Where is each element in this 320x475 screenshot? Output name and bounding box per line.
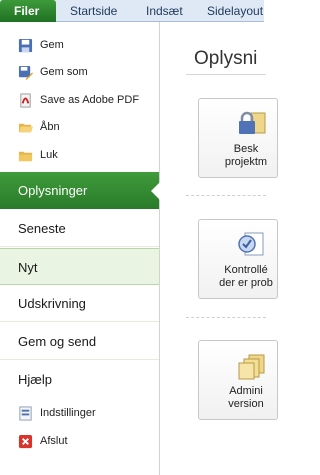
lock-icon [239,111,266,134]
tab-seneste-label: Seneste [18,221,66,236]
check-issues-card-label: Kontrollé der er prob [199,264,277,290]
manage-versions-card-button[interactable]: Admini version [198,340,278,420]
open-folder-icon [18,123,33,132]
tab-indsaet[interactable]: Indsæt [146,0,183,22]
tab-gem-og-send-label: Gem og send [18,334,97,349]
check-issues-card-line2: der er prob [219,277,273,289]
save-label: Gem [40,39,64,51]
tab-seneste[interactable]: Seneste [0,210,159,247]
check-issues-card-line1: Kontrollé [224,264,268,276]
exit-command[interactable]: Afslut [0,428,159,454]
pdf-icon [20,92,31,108]
file-tab[interactable]: Filer [0,0,56,23]
page-title: Oplysni [194,48,258,69]
tab-hjaelp-label: Hjælp [18,372,52,387]
tab-startside[interactable]: Startside [70,0,117,22]
tab-hjaelp[interactable]: Hjælp [0,361,159,398]
save-icon [18,38,33,52]
protect-card-line1: Besk [233,143,259,155]
exit-icon [18,434,33,448]
checklist-icon [238,232,264,256]
tab-nyt-label: Nyt [18,260,38,275]
open-command[interactable]: Åbn [0,114,159,140]
open-label: Åbn [40,121,60,133]
info-content-pane: Oplysni Besk projektm Kontrollé der er p… [160,22,278,475]
manage-versions-card-label: Admini version [199,385,277,411]
save-as-label: Gem som [40,66,88,78]
backstage-nav: Gem Gem som Save as Adobe PDF Åbn Luk Op… [0,22,160,475]
close-command[interactable]: Luk [0,142,159,168]
protect-card-line2: projektm [224,156,268,168]
close-label: Luk [40,149,58,161]
save-as-pdf-label: Save as Adobe PDF [40,94,140,106]
manage-versions-card-line1: Admini [229,385,263,397]
save-as-pdf-command[interactable]: Save as Adobe PDF [0,87,159,113]
title-divider [186,74,266,75]
save-as-command[interactable]: Gem som [0,59,159,85]
close-folder-icon [18,151,33,161]
options-label: Indstillinger [40,407,96,419]
tab-oplysninger-label: Oplysninger [18,183,88,198]
save-command[interactable]: Gem [0,32,159,58]
tab-udskrivning-label: Udskrivning [18,296,86,311]
tab-gem-og-send[interactable]: Gem og send [0,323,159,360]
tab-oplysninger[interactable]: Oplysninger [0,172,160,209]
options-icon [19,405,32,421]
exit-label: Afslut [40,435,68,447]
versions-icon [238,354,265,380]
options-command[interactable]: Indstillinger [0,400,159,426]
section-divider [186,195,266,196]
check-issues-card-button[interactable]: Kontrollé der er prob [198,219,278,299]
tab-sidelayout[interactable]: Sidelayout [207,0,263,22]
tab-udskrivning[interactable]: Udskrivning [0,285,159,322]
manage-versions-card-line2: version [228,398,264,410]
ribbon-tab-strip: Filer Startside Indsæt Sidelayout [0,0,264,23]
section-divider [186,317,266,318]
protect-card-label: Besk projektm [199,143,277,169]
active-tab-pointer [151,182,160,200]
protect-card-button[interactable]: Besk projektm [198,98,278,178]
save-as-icon [18,65,33,80]
tab-nyt[interactable]: Nyt [0,248,159,285]
